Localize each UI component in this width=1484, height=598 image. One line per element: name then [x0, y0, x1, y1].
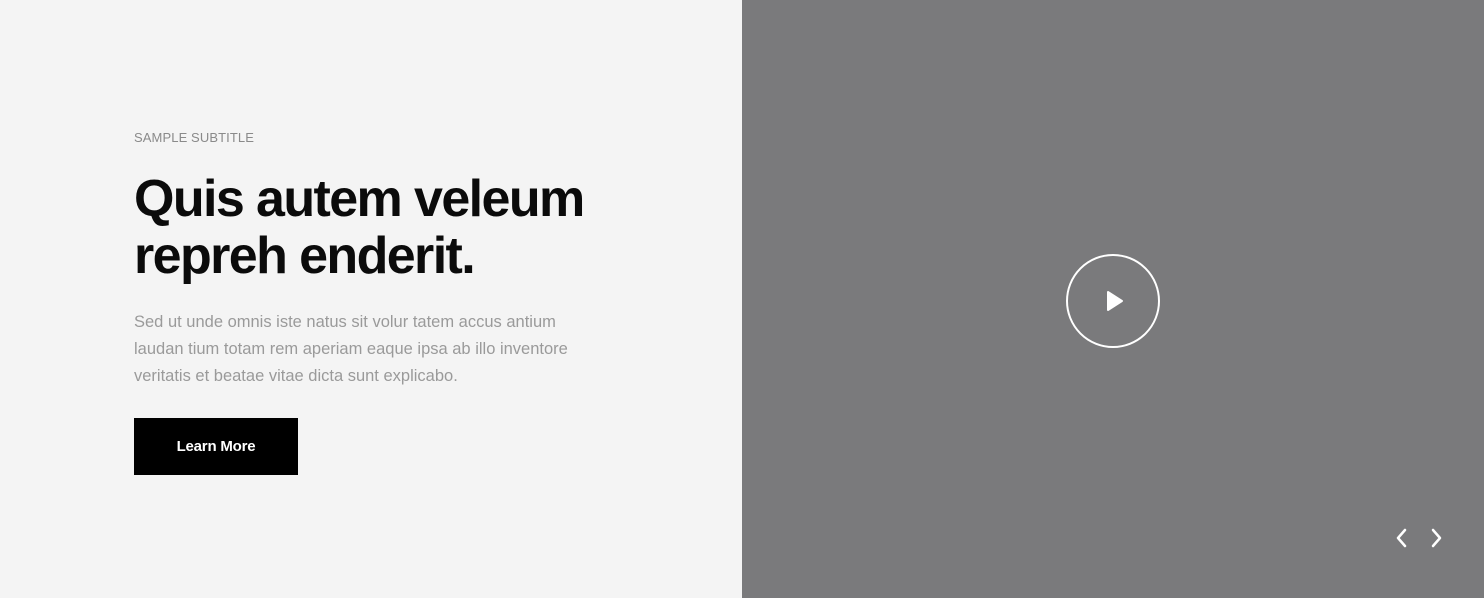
- play-icon: [1107, 291, 1123, 311]
- previous-slide-button[interactable]: [1392, 526, 1412, 550]
- next-slide-button[interactable]: [1426, 526, 1446, 550]
- learn-more-button-label: Learn More: [176, 438, 256, 455]
- chevron-right-icon: [1431, 528, 1442, 548]
- hero-section: SAMPLE SUBTITLE Quis autem veleum repreh…: [0, 0, 1484, 598]
- hero-content: SAMPLE SUBTITLE Quis autem veleum repreh…: [134, 130, 634, 475]
- hero-content-panel: SAMPLE SUBTITLE Quis autem veleum repreh…: [0, 0, 742, 598]
- play-video-button[interactable]: [1066, 254, 1160, 348]
- hero-subtitle: SAMPLE SUBTITLE: [134, 130, 254, 145]
- hero-description: Sed ut unde omnis iste natus sit volur t…: [134, 313, 568, 385]
- learn-more-button[interactable]: Learn More: [134, 418, 298, 475]
- hero-media-panel: [742, 0, 1484, 598]
- chevron-left-icon: [1396, 528, 1407, 548]
- slider-navigation: [1392, 526, 1446, 550]
- hero-headline: Quis autem veleum repreh enderit.: [134, 170, 585, 285]
